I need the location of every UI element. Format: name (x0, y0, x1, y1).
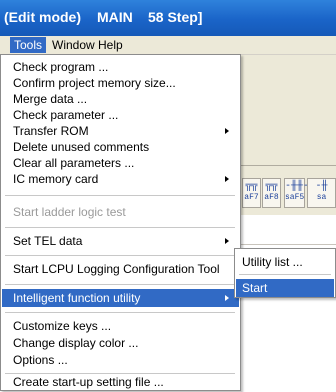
menu-item-label: Delete unused comments (13, 140, 150, 154)
submenu-arrow-icon (225, 295, 229, 301)
menu-item-start-lcpu-logging-tool[interactable]: Start LCPU Logging Configuration Tool (2, 260, 239, 278)
menu-item-label: IC memory card (13, 172, 99, 186)
submenu-item-utility-list[interactable]: Utility list ... (236, 253, 334, 271)
menu-help[interactable]: Help (94, 37, 127, 53)
menu-item-label: Merge data ... (13, 92, 88, 106)
menu-item-create-startup-setting-file[interactable]: Create start-up setting file ... (2, 373, 239, 391)
menu-item-label: Check parameter ... (13, 108, 119, 122)
submenu-item-label: Utility list ... (242, 255, 303, 269)
ladder-rung-line (238, 244, 336, 245)
title-bar: (Edit mode) MAIN 58 Step] (0, 0, 336, 36)
menu-item-label: Create start-up setting file ... (13, 375, 164, 389)
menu-item-label: Confirm project memory size... (13, 76, 176, 90)
menu-item-label: Change display color ... (13, 336, 139, 350)
menu-item-change-display-color[interactable]: Change display color ... (2, 334, 239, 352)
menu-item-label: Options ... (13, 353, 68, 367)
ladder-contact-button-sa[interactable]: -╫ sa (307, 178, 336, 208)
button-shortcut-label: aF8 (264, 193, 279, 202)
submenu-item-label: Start (242, 281, 268, 295)
ladder-contact-icon: -╫ (315, 181, 328, 192)
menu-separator (5, 255, 235, 256)
title-program-name: MAIN (97, 9, 133, 25)
title-step-count: 58 Step] (148, 9, 203, 25)
menu-tools[interactable]: Tools (10, 37, 47, 53)
menu-item-label: Check program ... (13, 60, 109, 74)
submenu-item-start[interactable]: Start (236, 279, 334, 297)
ladder-contact-icon: ╦╦ (265, 181, 278, 192)
ladder-contact-button-af8[interactable]: ╦╦ aF8 (262, 178, 281, 208)
ladder-contact-button-af7[interactable]: ╦╦ aF7 (242, 178, 261, 208)
menu-separator (5, 227, 235, 228)
submenu-arrow-icon (225, 238, 229, 244)
menu-item-ic-memory-card[interactable]: IC memory card (2, 170, 239, 188)
menu-item-options[interactable]: Options ... (2, 351, 239, 369)
menu-item-label: Start LCPU Logging Configuration Tool (13, 262, 220, 276)
tools-menu: Check program ... Confirm project memory… (0, 54, 241, 391)
menu-separator (5, 195, 235, 196)
menu-separator (5, 284, 235, 285)
menu-window[interactable]: Window (48, 37, 99, 53)
ladder-contact-icon: ╦╦ (245, 181, 258, 192)
title-mode: (Edit mode) (4, 9, 81, 25)
menu-item-start-ladder-logic-test: Start ladder logic test (2, 203, 239, 221)
menu-item-label: Clear all parameters ... (13, 156, 135, 170)
toolbar-divider (238, 165, 336, 166)
menu-item-customize-keys[interactable]: Customize keys ... (2, 317, 239, 335)
menu-item-set-tel-data[interactable]: Set TEL data (2, 232, 239, 250)
menu-item-label: Set TEL data (13, 234, 83, 248)
ladder-contact-icon: -╫╫- (285, 181, 310, 192)
menu-item-label: Transfer ROM (13, 124, 89, 138)
submenu-separator (239, 274, 331, 275)
menu-item-intelligent-function-utility[interactable]: Intelligent function utility (2, 289, 239, 307)
menu-item-label: Start ladder logic test (13, 205, 126, 219)
menu-separator (5, 312, 235, 313)
submenu-arrow-icon (225, 128, 229, 134)
ladder-contact-button-saf5[interactable]: -╫╫- saF5 (284, 178, 310, 208)
menu-bar: Tools Window Help (0, 36, 336, 55)
button-shortcut-label: saF5 (285, 193, 305, 202)
button-shortcut-label: aF7 (244, 193, 259, 202)
submenu-arrow-icon (225, 176, 229, 182)
menu-item-label: Intelligent function utility (13, 291, 141, 305)
intelligent-function-submenu: Utility list ... Start (234, 248, 336, 298)
button-shortcut-label: sa (316, 193, 327, 202)
menu-item-label: Customize keys ... (13, 319, 112, 333)
